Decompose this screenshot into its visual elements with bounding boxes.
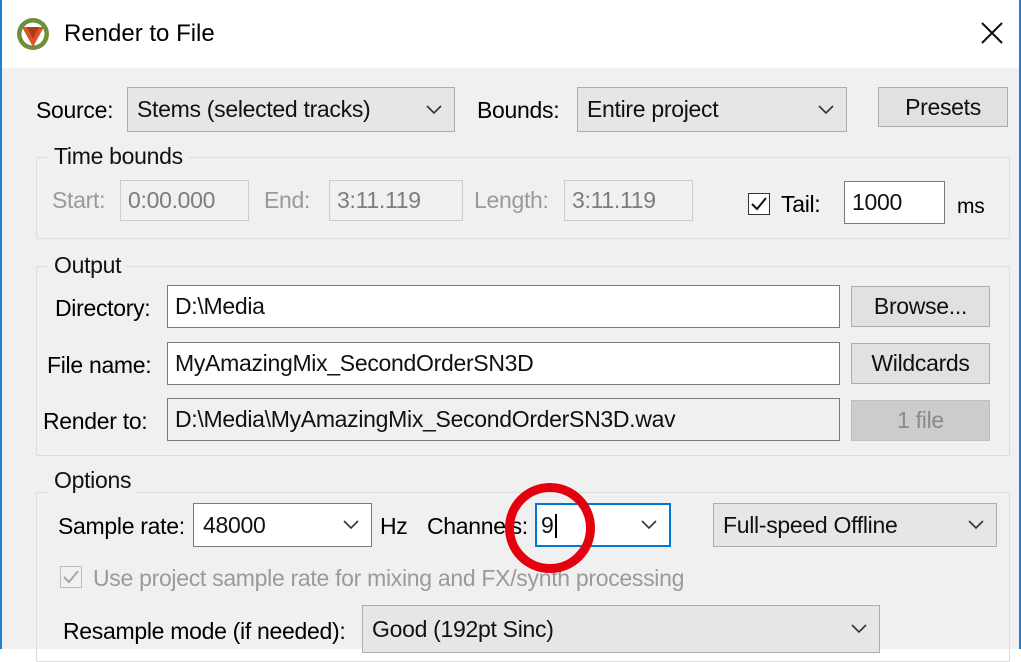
browse-button[interactable]: Browse... <box>851 286 990 327</box>
tail-checkbox[interactable] <box>748 193 770 215</box>
filename-field[interactable]: MyAmazingMix_SecondOrderSN3D <box>167 342 840 385</box>
resample-dropdown[interactable]: Good (192pt Sinc) <box>362 605 880 653</box>
chevron-down-icon <box>839 606 879 652</box>
time-bounds-title: Time bounds <box>48 143 189 170</box>
render-mode-dropdown[interactable]: Full-speed Offline <box>713 503 997 547</box>
render-mode-value: Full-speed Offline <box>723 511 898 538</box>
resample-value: Good (192pt Sinc) <box>372 615 554 642</box>
channels-dropdown[interactable]: 9 <box>535 503 671 547</box>
channels-label: Channels: <box>427 513 528 539</box>
chevron-down-icon <box>629 505 669 545</box>
source-value: Stems (selected tracks) <box>137 96 371 122</box>
renderto-label: Render to: <box>43 408 148 434</box>
title-bar: Render to File <box>2 0 1019 68</box>
reaper-logo-icon <box>17 18 49 50</box>
file-count-button[interactable]: 1 file <box>851 400 990 441</box>
renderto-field[interactable]: D:\Media\MyAmazingMix_SecondOrderSN3D.wa… <box>167 398 840 441</box>
bounds-dropdown[interactable]: Entire project <box>577 87 847 132</box>
tail-field[interactable]: 1000 <box>844 181 945 224</box>
tail-label: Tail: <box>781 191 821 217</box>
chevron-down-icon <box>331 504 371 546</box>
wildcards-button[interactable]: Wildcards <box>851 343 990 384</box>
options-title: Options <box>48 467 138 494</box>
start-field[interactable]: 0:00.000 <box>120 180 249 221</box>
bounds-value: Entire project <box>587 96 719 122</box>
filename-label: File name: <box>47 352 152 378</box>
chevron-down-icon <box>414 88 454 131</box>
use-project-rate-checkbox[interactable] <box>60 566 82 588</box>
source-dropdown[interactable]: Stems (selected tracks) <box>127 87 455 132</box>
render-to-file-dialog: Render to File Source: Stems (selected t… <box>0 0 1021 662</box>
channels-value: 9 <box>541 511 554 538</box>
samplerate-value: 48000 <box>203 511 266 538</box>
chevron-down-icon <box>806 88 846 131</box>
length-field[interactable]: 3:11.119 <box>564 180 693 221</box>
chevron-down-icon <box>956 504 996 546</box>
window-title: Render to File <box>64 20 215 47</box>
hz-label: Hz <box>380 513 408 539</box>
directory-label: Directory: <box>55 295 151 321</box>
samplerate-dropdown[interactable]: 48000 <box>193 503 372 547</box>
checkmark-icon <box>63 570 79 584</box>
directory-field[interactable]: D:\Media <box>167 285 840 328</box>
bounds-label: Bounds: <box>477 97 560 123</box>
start-label: Start: <box>52 187 106 213</box>
use-project-rate-label: Use project sample rate for mixing and F… <box>93 565 685 591</box>
end-label: End: <box>264 187 311 213</box>
end-field[interactable]: 3:11.119 <box>329 180 463 221</box>
close-button[interactable] <box>969 10 1015 56</box>
presets-button[interactable]: Presets <box>878 87 1008 127</box>
resample-label: Resample mode (if needed): <box>63 618 346 644</box>
tail-unit-label: ms <box>957 195 985 218</box>
close-icon <box>981 22 1003 44</box>
samplerate-label: Sample rate: <box>58 513 185 539</box>
text-caret <box>554 514 557 539</box>
source-label: Source: <box>36 97 114 123</box>
length-label: Length: <box>474 187 549 213</box>
output-title: Output <box>48 252 128 279</box>
checkmark-icon <box>751 197 767 211</box>
